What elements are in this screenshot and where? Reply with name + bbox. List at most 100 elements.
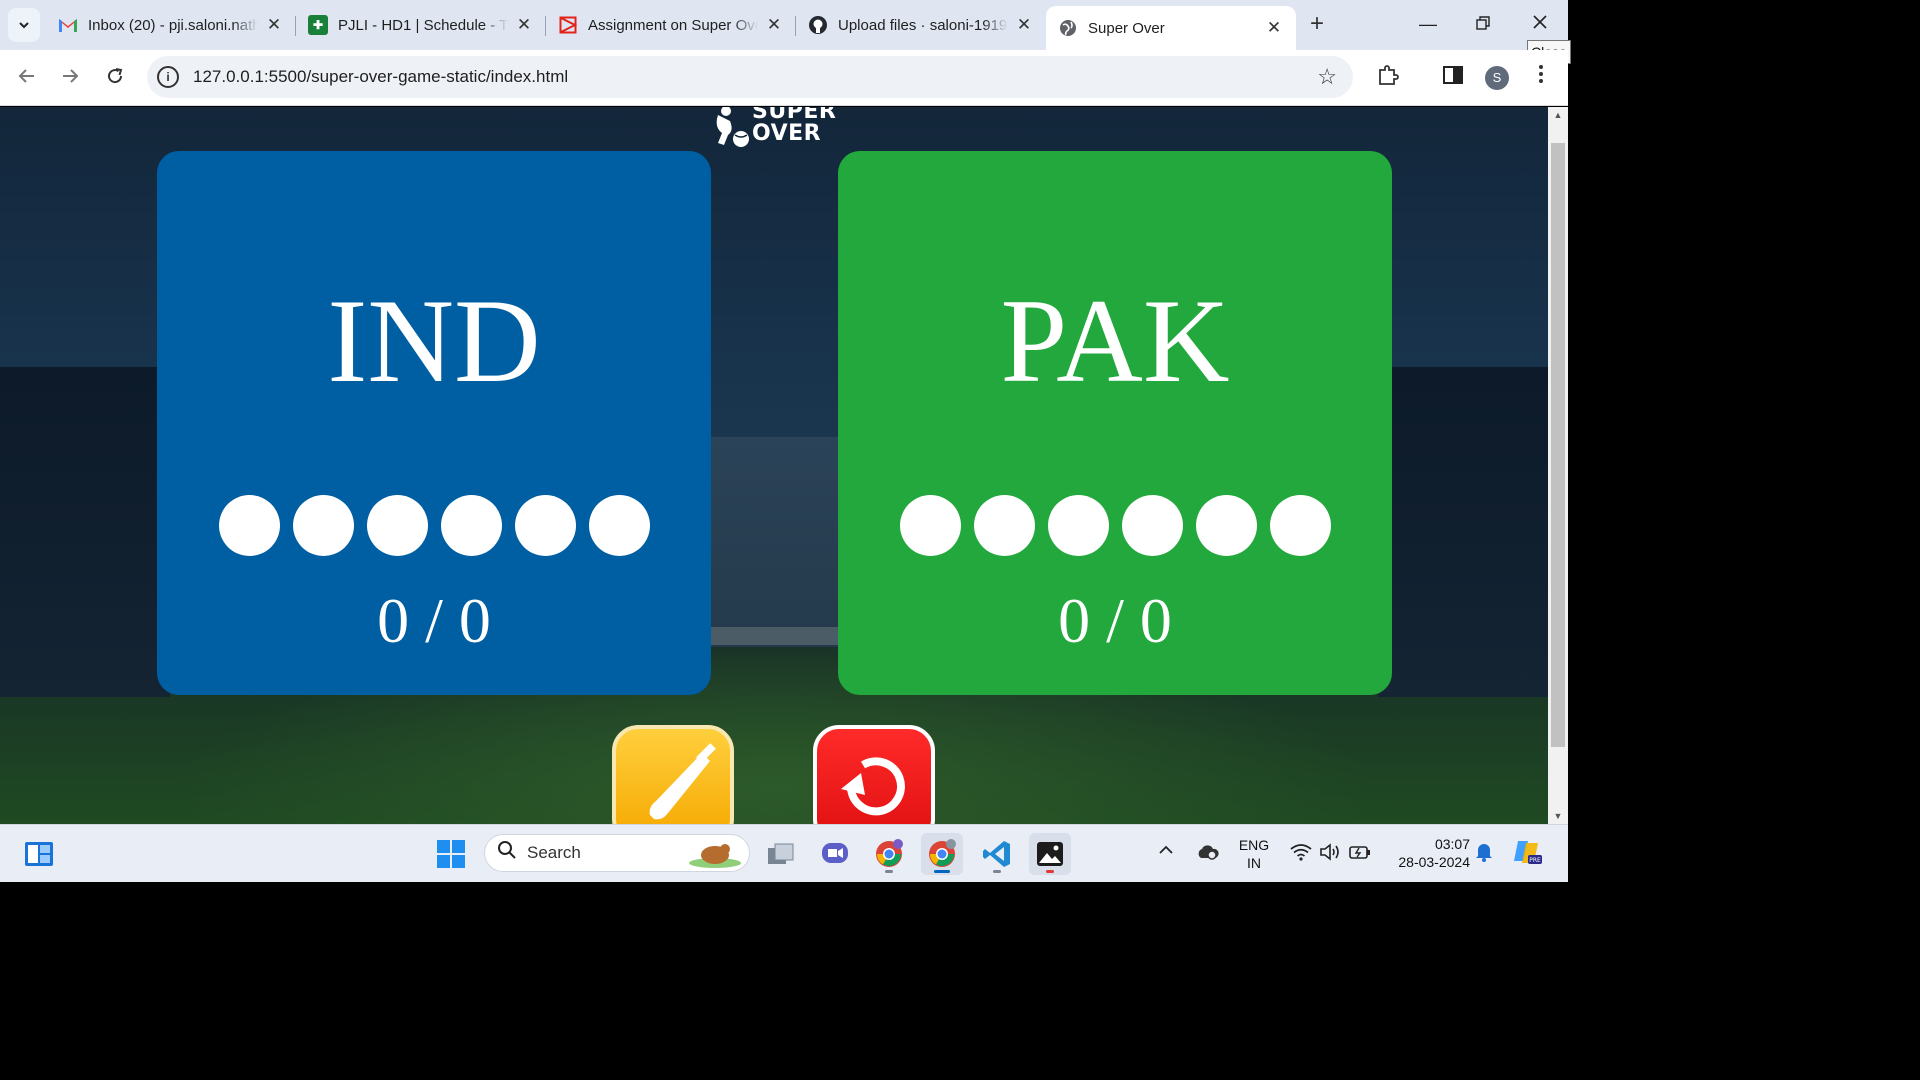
puzzle-icon	[1379, 65, 1399, 85]
team-card-pak: PAK 0 / 0	[838, 151, 1392, 695]
site-info-icon[interactable]: i	[157, 66, 179, 88]
logo-line-2: OVER	[752, 121, 822, 146]
tab-gmail[interactable]: Inbox (20) - pji.saloni.nath ✕	[46, 6, 296, 44]
tab-title: Assignment on Super Over	[588, 16, 758, 34]
menu-button[interactable]	[1527, 64, 1555, 92]
vscode-app[interactable]	[976, 833, 1018, 875]
restore-button[interactable]	[1463, 8, 1503, 40]
tab-github[interactable]: Upload files · saloni-1919 ✕	[796, 6, 1046, 44]
reload-icon	[108, 68, 123, 84]
team-score: 0 / 0	[377, 585, 491, 656]
close-window-button[interactable]	[1520, 8, 1560, 40]
reset-button[interactable]	[813, 725, 935, 824]
extensions-button[interactable]	[1374, 64, 1402, 92]
ball-indicator	[1270, 495, 1331, 556]
arrow-right-icon	[63, 69, 79, 83]
side-panel-button[interactable]	[1439, 64, 1467, 92]
scroll-down-arrow[interactable]: ▼	[1548, 808, 1568, 824]
ball-indicator	[219, 495, 280, 556]
stadium-stand-left	[0, 367, 170, 697]
task-view-button[interactable]	[760, 833, 802, 875]
tab-title: Upload files · saloni-1919	[838, 16, 1008, 34]
chrome-app-1[interactable]	[868, 833, 910, 875]
sheets-icon: ✚	[308, 15, 328, 35]
task-view-icon	[768, 843, 794, 864]
team-name: IND	[327, 274, 541, 407]
globe-icon	[1058, 18, 1078, 38]
reset-icon	[841, 757, 905, 816]
new-tab-button[interactable]: +	[1302, 10, 1332, 40]
scroll-thumb[interactable]	[1551, 143, 1565, 747]
close-icon[interactable]: ✕	[1014, 15, 1034, 35]
chevron-up-icon	[1159, 845, 1173, 854]
windows-taskbar: Search ENG IN 03:07 28-03-2024 PRE	[0, 824, 1568, 882]
team-score: 0 / 0	[1058, 585, 1172, 656]
browser-toolbar: i 127.0.0.1:5500/super-over-game-static/…	[0, 50, 1568, 106]
chrome-icon	[929, 839, 956, 867]
language-code: ENG	[1238, 837, 1270, 853]
bookmark-star-icon[interactable]: ☆	[1317, 64, 1337, 90]
clock[interactable]: 03:07 28-03-2024	[1386, 835, 1470, 871]
volume-icon[interactable]	[1319, 843, 1341, 865]
ball-indicator	[1048, 495, 1109, 556]
ball-indicator	[589, 495, 650, 556]
tab-title: Super Over	[1088, 19, 1165, 37]
team-card-ind: IND 0 / 0	[157, 151, 711, 695]
notifications-icon[interactable]	[1474, 841, 1494, 867]
ball-indicator	[974, 495, 1035, 556]
wifi-icon[interactable]	[1290, 843, 1312, 865]
cricket-player-icon	[716, 107, 749, 147]
address-bar[interactable]: i 127.0.0.1:5500/super-over-game-static/…	[147, 56, 1353, 98]
battery-icon[interactable]	[1348, 843, 1372, 865]
onedrive-icon[interactable]	[1196, 843, 1220, 865]
show-hidden-icons[interactable]	[1158, 843, 1174, 861]
bookmark-icon	[558, 15, 578, 35]
logo-text: SUPER OVER	[752, 107, 836, 145]
ball-indicator	[900, 495, 961, 556]
reload-button[interactable]	[99, 62, 131, 94]
tab-sheets[interactable]: ✚ PJLI - HD1 | Schedule - Team ✕	[296, 6, 546, 44]
chrome-icon	[876, 839, 903, 867]
minimize-button[interactable]: —	[1408, 8, 1448, 40]
widgets-button[interactable]	[18, 833, 60, 875]
teams-app[interactable]	[814, 833, 856, 875]
ball-indicator	[441, 495, 502, 556]
copilot-icon[interactable]: PRE	[1512, 837, 1544, 871]
photos-icon	[1037, 842, 1063, 866]
close-icon[interactable]: ✕	[764, 15, 784, 35]
svg-text:PRE: PRE	[1529, 857, 1541, 864]
tab-assignment[interactable]: Assignment on Super Over ✕	[546, 6, 796, 44]
scroll-up-arrow[interactable]: ▲	[1548, 107, 1568, 123]
clock-time: 03:07	[1434, 836, 1470, 852]
close-icon[interactable]: ✕	[514, 15, 534, 35]
gmail-icon	[58, 15, 78, 35]
photos-app[interactable]	[1029, 833, 1071, 875]
profile-avatar[interactable]: S	[1485, 66, 1509, 90]
side-panel-icon	[1443, 66, 1463, 84]
close-icon[interactable]: ✕	[1264, 18, 1284, 38]
language-indicator[interactable]: ENG IN	[1236, 836, 1272, 872]
vscode-icon	[983, 841, 1010, 867]
region-code: IN	[1247, 855, 1261, 871]
close-icon[interactable]: ✕	[264, 15, 284, 35]
browser-tab-strip: Inbox (20) - pji.saloni.nath ✕ ✚ PJLI - …	[0, 0, 1568, 50]
url-text[interactable]: 127.0.0.1:5500/super-over-game-static/in…	[193, 67, 568, 87]
stadium-stand-right	[1378, 367, 1548, 697]
tab-super-over[interactable]: Super Over ✕	[1046, 6, 1296, 50]
back-button[interactable]	[11, 62, 43, 94]
start-button[interactable]	[430, 833, 472, 875]
tab-list: Inbox (20) - pji.saloni.nath ✕ ✚ PJLI - …	[46, 6, 1296, 50]
forward-button[interactable]	[54, 62, 86, 94]
vertical-scrollbar[interactable]: ▲ ▼	[1548, 107, 1568, 824]
widgets-icon	[25, 842, 53, 866]
ball-indicator	[1196, 495, 1257, 556]
tab-title: PJLI - HD1 | Schedule - Team	[338, 16, 508, 34]
tab-search-button[interactable]	[8, 8, 40, 42]
super-over-logo: SUPER OVER	[712, 107, 842, 149]
chat-icon	[822, 843, 848, 863]
bat-icon	[649, 743, 716, 820]
taskbar-search[interactable]: Search	[484, 834, 750, 872]
strike-button[interactable]	[612, 725, 734, 824]
chrome-app-2[interactable]	[921, 833, 963, 875]
boundary-rope	[700, 627, 850, 645]
